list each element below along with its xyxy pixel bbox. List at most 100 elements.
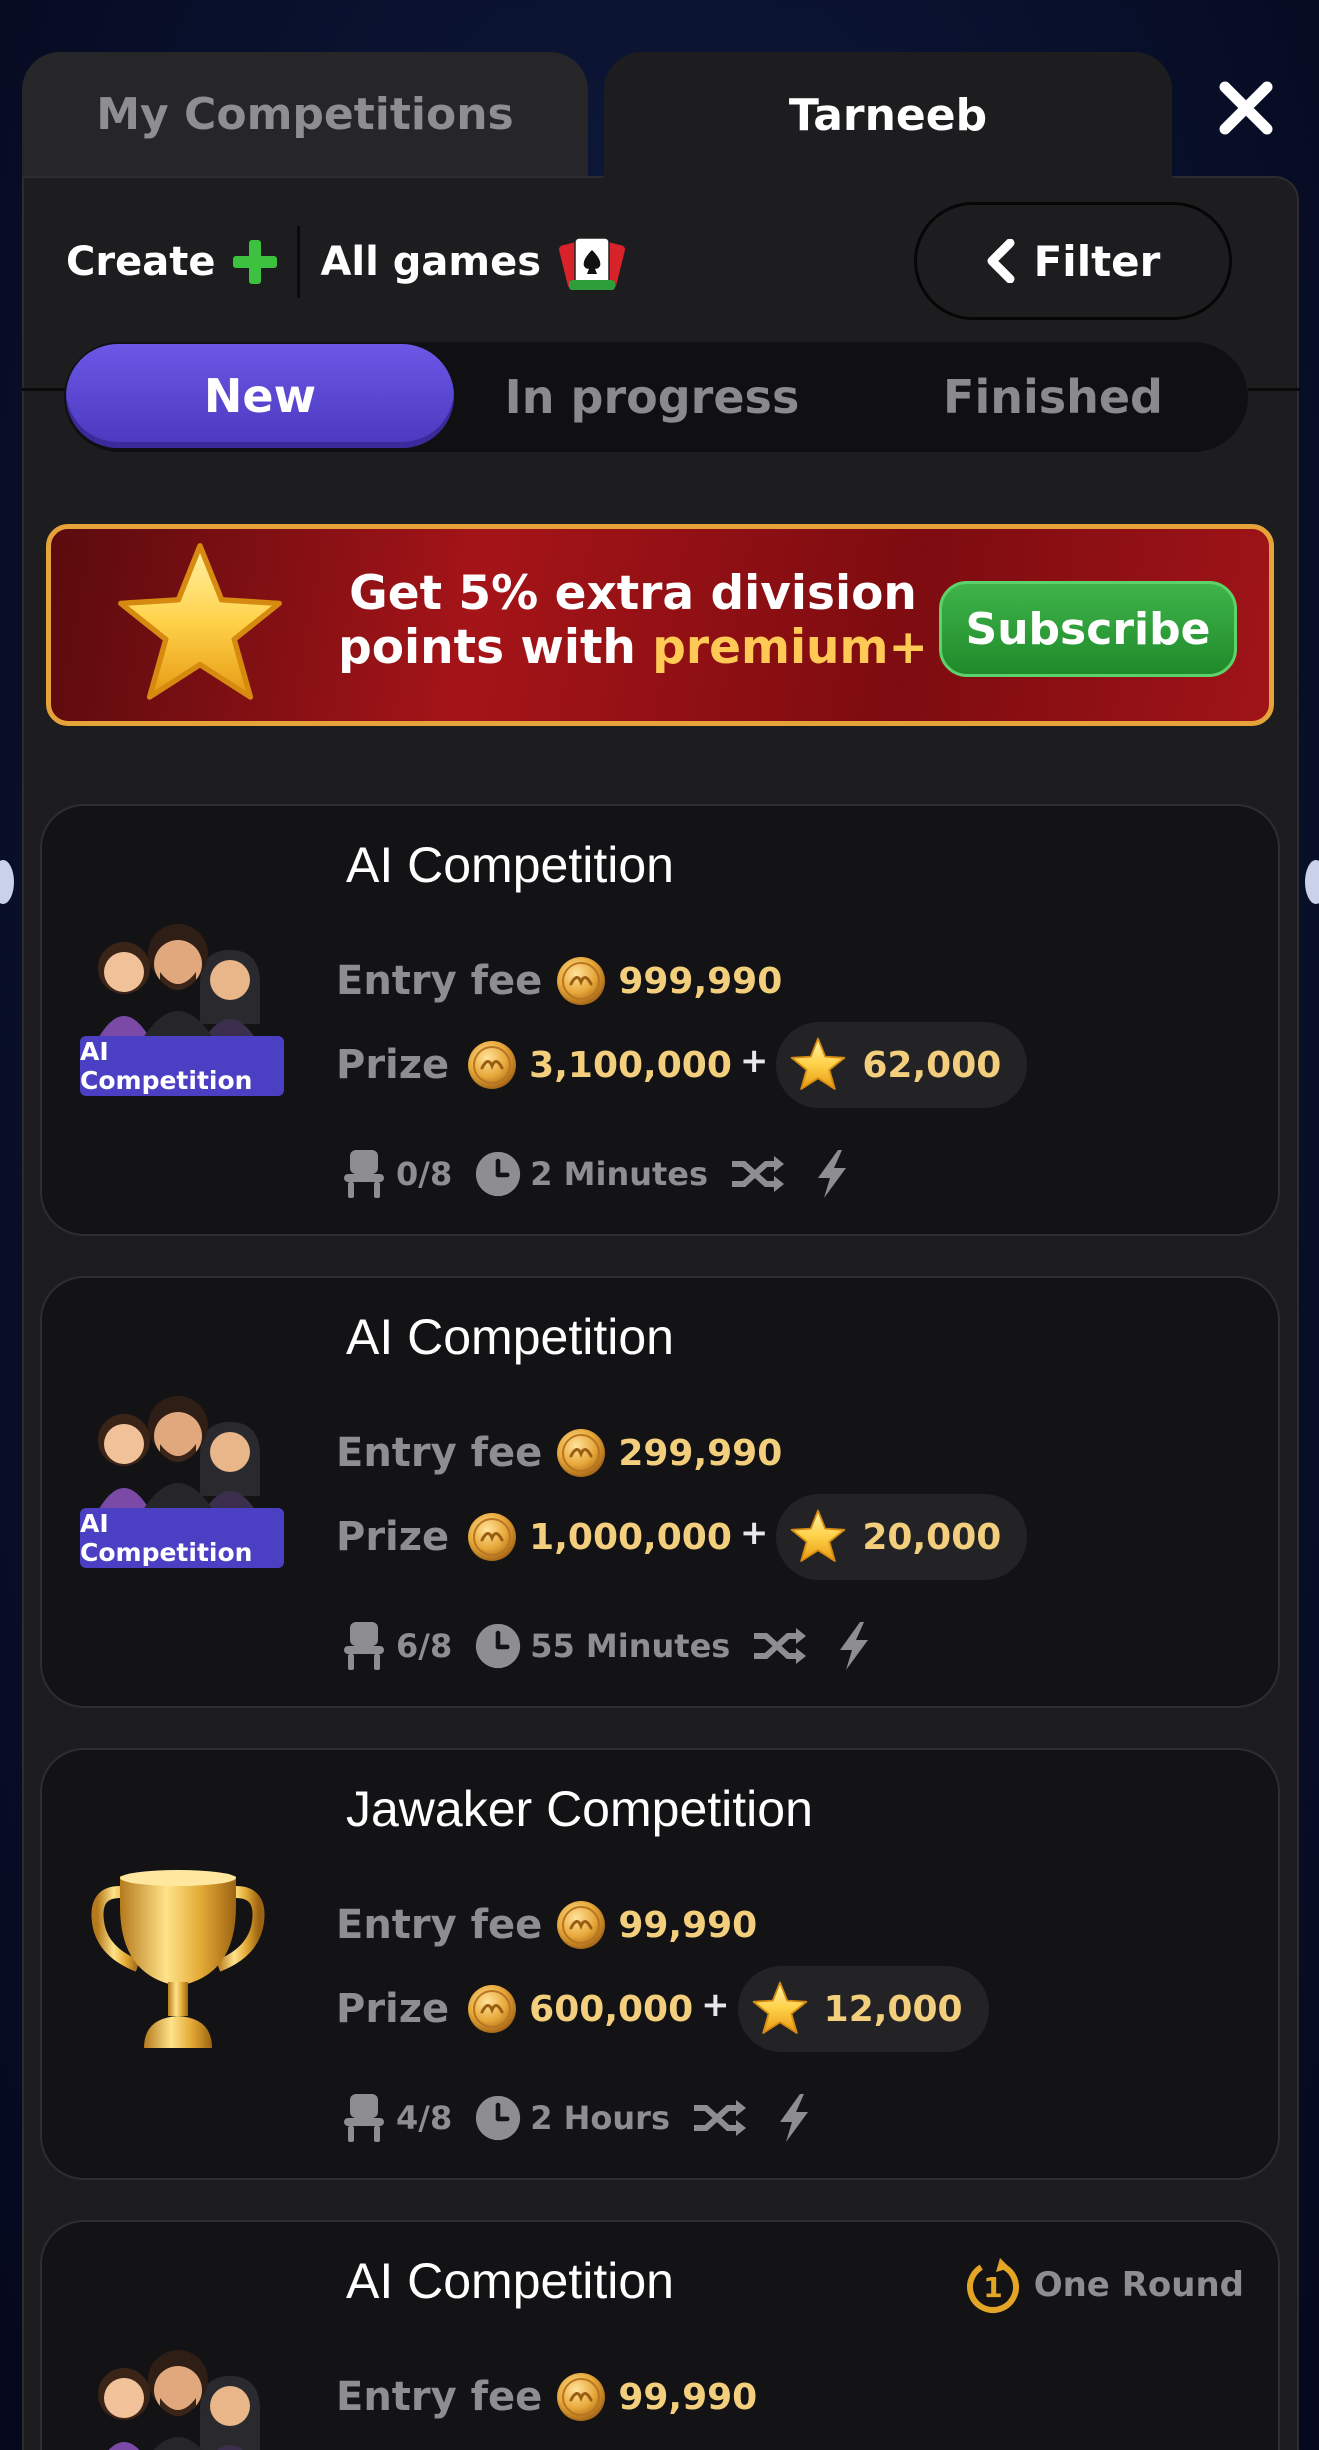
prize-label: Prize	[336, 1986, 450, 2032]
background-glow-right	[1305, 860, 1319, 904]
create-label: Create	[66, 239, 216, 285]
entry-fee-label: Entry fee	[336, 1902, 543, 1948]
entry-fee-row: Entry fee 999,990	[336, 956, 782, 1006]
banner-text: Get 5% extra division points with premiu…	[313, 567, 953, 675]
ai-avatar: AI Competition	[80, 906, 290, 1106]
close-button[interactable]	[1212, 74, 1280, 142]
star-prize-value: 12,000	[823, 1988, 963, 2030]
ai-competition-badge: AI Competition	[80, 1508, 284, 1568]
shuffle-icon	[692, 2098, 748, 2138]
competition-meta: 4/8 2 Hours	[340, 2092, 814, 2144]
entry-fee-value: 299,990	[618, 1432, 783, 1474]
playing-cards-icon	[559, 237, 625, 290]
lightning-icon	[812, 1150, 852, 1198]
duration-text: 2 Hours	[530, 2099, 670, 2137]
shuffle-icon	[752, 1626, 808, 1666]
close-icon	[1219, 81, 1273, 135]
star-prize-pill: 20,000	[776, 1494, 1028, 1580]
entry-fee-label: Entry fee	[336, 2374, 543, 2420]
competition-card[interactable]: AI Competition AI Competition Entry fee …	[40, 804, 1280, 1236]
entry-fee-label: Entry fee	[336, 1430, 543, 1476]
star-prize-pill: 12,000	[737, 1966, 989, 2052]
segment-new[interactable]: New	[66, 344, 454, 448]
coin-icon	[467, 1040, 517, 1090]
seat-icon	[340, 2092, 388, 2144]
star-icon	[788, 1035, 848, 1095]
star-prize-value: 62,000	[862, 1044, 1002, 1086]
competition-title: AI Competition	[346, 2253, 674, 2309]
entry-fee-row: Entry fee 99,990	[336, 1900, 757, 1950]
prize-row: Prize 3,100,000 + 62,000	[336, 1022, 1028, 1108]
plus-sign: +	[701, 1985, 730, 2025]
star-prize-pill: 62,000	[776, 1022, 1028, 1108]
banner-line-1: Get 5% extra division	[349, 566, 917, 621]
banner-line-2-prefix: points with	[338, 620, 636, 675]
filter-button[interactable]: Filter	[914, 202, 1232, 320]
segment-in-progress[interactable]: In progress	[454, 342, 850, 452]
subscribe-button[interactable]: Subscribe	[939, 581, 1237, 677]
competition-title: AI Competition	[346, 1309, 674, 1365]
coin-icon	[556, 1428, 606, 1478]
plus-icon	[233, 240, 278, 284]
competition-title: AI Competition	[346, 837, 674, 893]
star-icon	[788, 1507, 848, 1567]
star-icon	[107, 535, 293, 715]
premium-plus-text: premium+	[652, 620, 928, 675]
clock-icon	[474, 2092, 522, 2144]
tab-tarneeb-label: Tarneeb	[788, 89, 988, 141]
segment-new-label: New	[203, 369, 317, 423]
all-games-label: All games	[320, 239, 541, 285]
seats-count: 4/8	[396, 2099, 453, 2137]
coin-icon	[556, 956, 606, 1006]
plus-sign: +	[739, 1513, 769, 1553]
round-badge: 1 One Round	[964, 2256, 1244, 2314]
competition-card[interactable]: AI Competition AI Competition Entry fee …	[40, 1276, 1280, 1708]
plus-sign: +	[739, 1041, 769, 1081]
ai-avatar: AI Competition	[80, 1378, 290, 1578]
ai-avatar	[80, 2332, 290, 2450]
lightning-icon	[834, 1622, 874, 1670]
ai-players-icon	[80, 906, 280, 1046]
seat-icon	[340, 1148, 388, 1200]
segment-in-progress-label: In progress	[504, 370, 800, 424]
entry-fee-label: Entry fee	[336, 958, 543, 1004]
entry-fee-row: Entry fee 299,990	[336, 1428, 782, 1478]
create-button[interactable]: Create	[66, 239, 278, 285]
divider-right	[1248, 388, 1300, 391]
duration-text: 55 Minutes	[530, 1627, 731, 1665]
seats-count: 6/8	[396, 1627, 453, 1665]
star-prize-value: 20,000	[862, 1516, 1002, 1558]
tab-my-competitions[interactable]: My Competitions	[22, 52, 588, 176]
entry-fee-value: 99,990	[618, 1904, 758, 1946]
lightning-icon	[774, 2094, 814, 2142]
ai-players-icon	[80, 2332, 280, 2450]
coin-icon	[556, 1900, 606, 1950]
prize-row: Prize 1,000,000 + 20,000	[336, 1494, 1028, 1580]
segment-finished-label: Finished	[943, 370, 1163, 424]
round-counter-icon: 1	[966, 2258, 1019, 2313]
prize-value: 1,000,000	[529, 1516, 732, 1558]
prize-value: 3,100,000	[529, 1044, 732, 1086]
subscribe-label: Subscribe	[965, 603, 1211, 655]
competition-card[interactable]: AI Competition 1 One Round Entry fee 99,…	[40, 2220, 1280, 2450]
coin-icon	[556, 2372, 606, 2422]
seat-icon	[340, 1620, 388, 1672]
entry-fee-value: 999,990	[618, 960, 783, 1002]
competition-title: Jawaker Competition	[346, 1781, 813, 1837]
tab-tarneeb[interactable]: Tarneeb	[604, 52, 1172, 178]
all-games-button[interactable]: All games	[320, 234, 625, 290]
trophy-icon	[91, 1870, 265, 2048]
banner-line-2: points with premium+	[313, 621, 953, 675]
segment-finished[interactable]: Finished	[858, 342, 1248, 452]
competition-meta: 0/8 2 Minutes	[340, 1148, 852, 1200]
prize-label: Prize	[336, 1514, 450, 1560]
toolbar: Create All games	[66, 222, 625, 302]
competition-card[interactable]: Jawaker Competition Entry fee 99,990 Pri…	[40, 1748, 1280, 2180]
premium-banner[interactable]: Get 5% extra division points with premiu…	[46, 524, 1274, 726]
filter-label: Filter	[1033, 236, 1161, 286]
seats-count: 0/8	[396, 1155, 453, 1193]
round-number: 1	[983, 2271, 1002, 2304]
ai-players-icon	[80, 1378, 280, 1518]
status-segmented-control: New In progress Finished	[64, 342, 1248, 452]
prize-row: Prize 600,000 + 12,000	[336, 1966, 989, 2052]
